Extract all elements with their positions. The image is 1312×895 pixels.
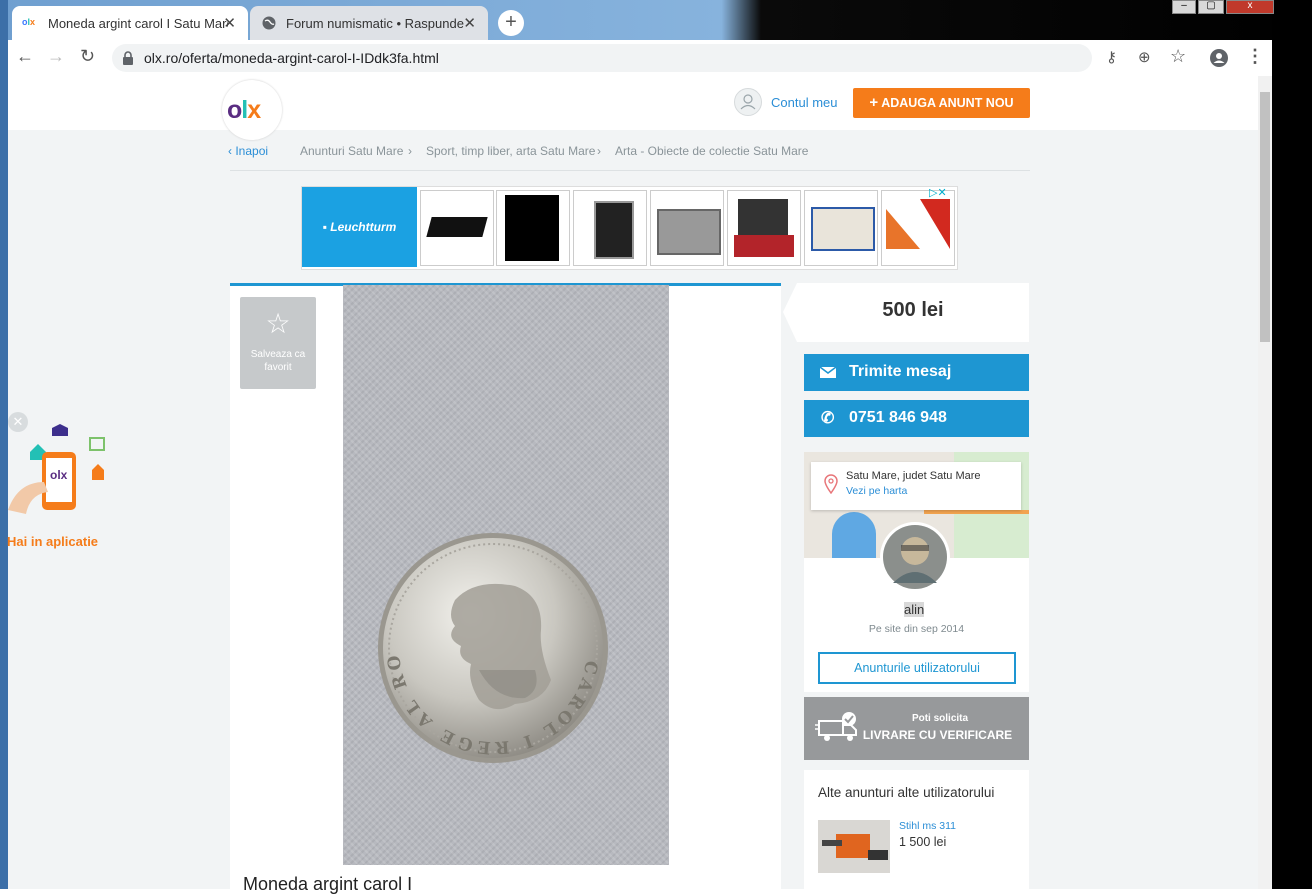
olx-logo[interactable]: olx <box>222 80 282 140</box>
listing-title: Moneda argint carol I <box>243 874 413 894</box>
desktop-edge-right <box>1272 0 1312 889</box>
delivery-big-text: LIVRARE CU VERIFICARE <box>862 728 1013 742</box>
location-text: Satu Mare, judet Satu Mare <box>846 470 981 482</box>
ad-product-image[interactable] <box>650 190 724 266</box>
minimize-icon[interactable]: – <box>1172 0 1196 14</box>
ad-brand-logo[interactable]: ▪ Leuchtturm <box>302 187 417 267</box>
location-pin-icon <box>824 474 838 494</box>
other-ad-thumbnail[interactable] <box>818 820 890 873</box>
coin-image: CAROL I REGE AL ROMANIEI <box>375 530 608 763</box>
account-link[interactable]: Contul meu <box>771 95 837 110</box>
other-ad-title[interactable]: Stihl ms 311 <box>899 820 956 832</box>
back-link[interactable]: ‹ Inapoi <box>228 144 268 158</box>
menu-icon[interactable]: ⋮ <box>1246 46 1264 67</box>
tab-active[interactable]: olx Moneda argint carol I Satu Mare ✕ <box>12 6 248 40</box>
seller-avatar[interactable] <box>883 525 947 589</box>
back-icon[interactable]: ← <box>16 46 34 67</box>
seller-name[interactable]: alin <box>904 602 925 617</box>
tab-title: Moneda argint carol I Satu Mare <box>48 16 228 31</box>
close-window-icon[interactable]: x <box>1226 0 1274 14</box>
save-favorite-label: Salveaza ca favorit <box>250 349 306 373</box>
svg-text:olx: olx <box>50 468 68 482</box>
tab-title: Forum numismatic • Raspunde <box>286 16 464 31</box>
price-value: 500 lei <box>882 299 944 321</box>
add-listing-label: ADAUGA ANUNT NOU <box>881 96 1014 110</box>
zoom-icon[interactable]: ⊕ <box>1138 48 1151 66</box>
phone-button[interactable]: ✆ 0751 846 948 <box>804 400 1029 437</box>
divider <box>230 170 1030 171</box>
new-tab-button[interactable]: + <box>498 10 524 36</box>
maximize-icon[interactable]: ▢ <box>1198 0 1224 14</box>
globe-icon <box>262 16 276 30</box>
breadcrumb-separator: › <box>597 144 601 158</box>
ad-product-image[interactable] <box>420 190 494 266</box>
map-link[interactable]: Vezi pe harta <box>846 485 907 497</box>
close-tab-icon[interactable]: ✕ <box>463 14 476 32</box>
desktop-edge-left <box>0 0 8 889</box>
ad-product-image[interactable] <box>881 190 955 266</box>
listing-photo[interactable]: CAROL I REGE AL ROMANIEI <box>343 285 669 865</box>
url-text: olx.ro/oferta/moneda-argint-carol-I-IDdk… <box>144 50 439 66</box>
ad-choices-icon[interactable]: ▷✕ <box>929 186 947 199</box>
app-promo-label[interactable]: Hai in aplicatie <box>7 534 98 549</box>
delivery-small-text: Poti solicita <box>911 713 969 724</box>
breadcrumb-item[interactable]: Arta - Obiecte de colectie Satu Mare <box>615 144 808 158</box>
add-listing-button[interactable]: + ADAUGA ANUNT NOU <box>853 88 1030 118</box>
forward-icon[interactable]: → <box>47 46 65 67</box>
send-message-label: Trimite mesaj <box>849 363 952 380</box>
breadcrumb-item[interactable]: Anunturi Satu Mare <box>300 144 403 158</box>
ad-product-image[interactable] <box>727 190 801 266</box>
user-ads-button[interactable]: Anunturile utilizatorului <box>818 652 1016 684</box>
phone-icon: ✆ <box>821 410 835 427</box>
breadcrumb-item[interactable]: Sport, timp liber, arta Satu Mare <box>426 144 595 158</box>
tab-inactive[interactable]: Forum numismatic • Raspunde ✕ <box>250 6 488 40</box>
key-icon[interactable]: ⚷ <box>1106 48 1117 66</box>
price-box-arrow <box>783 283 797 342</box>
star-icon: ☆ <box>265 308 291 339</box>
save-favorite-button[interactable]: ☆ Salveaza ca favorit <box>240 297 316 389</box>
reload-icon[interactable]: ↻ <box>80 46 95 67</box>
ad-product-image[interactable] <box>573 190 647 266</box>
user-avatar-icon[interactable] <box>734 88 762 116</box>
close-tab-icon[interactable]: ✕ <box>223 14 236 32</box>
olx-favicon-icon: olx <box>22 17 36 27</box>
member-since: Pe site din sep 2014 <box>868 623 965 635</box>
phone-number: 0751 846 948 <box>849 409 947 426</box>
app-promo-illustration[interactable]: olx <box>8 424 112 524</box>
ad-product-image[interactable] <box>804 190 878 266</box>
profile-icon[interactable] <box>1209 48 1229 68</box>
star-bookmark-icon[interactable]: ☆ <box>1170 46 1186 67</box>
truck-check-icon <box>815 712 857 741</box>
other-ads-title: Alte anunturi alte utilizatorului <box>818 785 995 800</box>
site-header <box>8 76 1258 130</box>
back-label: Inapoi <box>235 144 269 158</box>
ad-product-image[interactable] <box>496 190 570 266</box>
scrollbar-thumb[interactable] <box>1260 92 1270 342</box>
ad-brand-label: Leuchtturm <box>330 220 397 234</box>
other-ad-price: 1 500 lei <box>899 835 947 849</box>
envelope-icon <box>820 367 836 378</box>
send-message-button[interactable]: Trimite mesaj <box>804 354 1029 391</box>
lock-icon <box>123 51 133 65</box>
breadcrumb-separator: › <box>408 144 412 158</box>
